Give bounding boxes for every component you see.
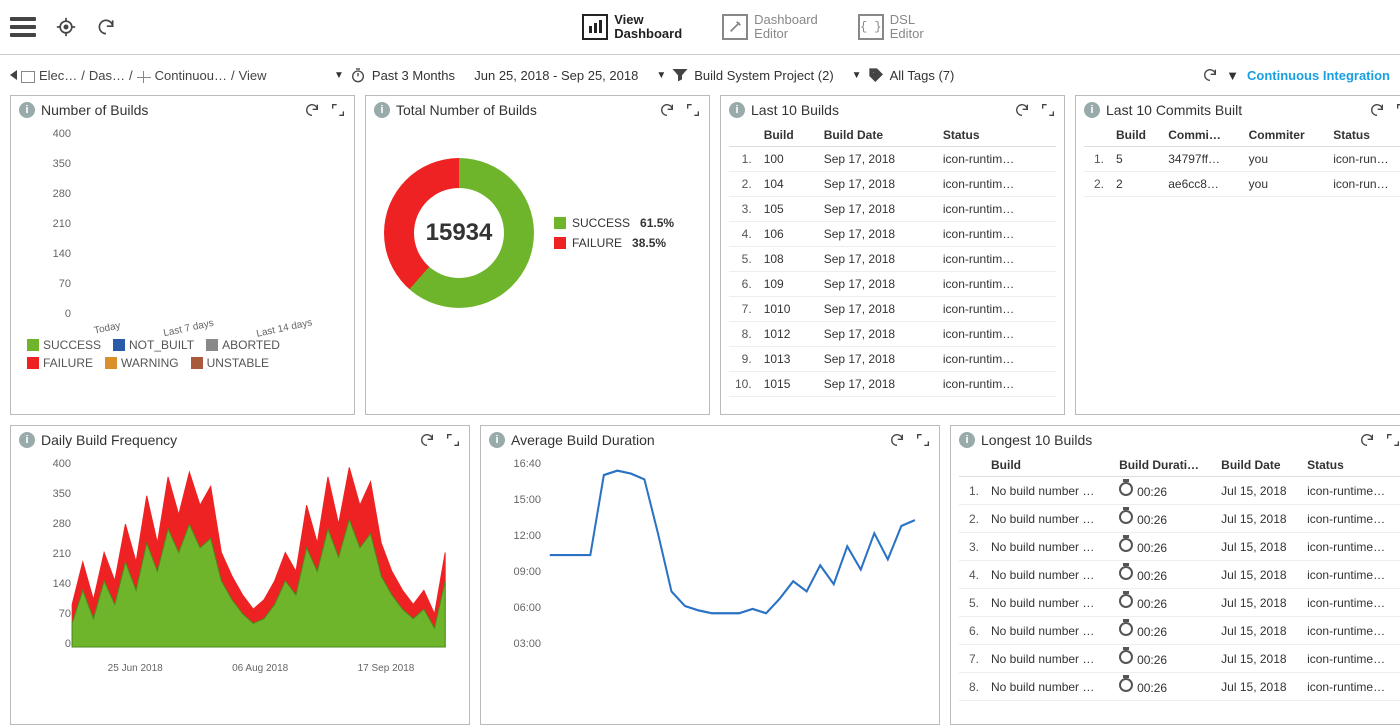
table-row[interactable]: 4.106Sep 17, 2018icon-runtim… <box>729 222 1056 247</box>
tag-icon <box>868 67 884 83</box>
card-total-builds: i Total Number of Builds 15934 SUCCESS 6… <box>365 95 710 415</box>
menu-icon[interactable] <box>10 17 36 37</box>
target-icon[interactable] <box>56 17 76 37</box>
refresh-icon[interactable] <box>96 17 116 37</box>
briefcase-icon <box>21 71 35 83</box>
commits-table: BuildCommi…CommiterStatus1.534797ff…youi… <box>1084 124 1400 197</box>
refresh-icon[interactable] <box>1369 102 1385 118</box>
info-icon[interactable]: i <box>959 432 975 448</box>
table-row[interactable]: 8.No build number …00:26Jul 15, 2018icon… <box>959 673 1400 701</box>
card-title: Last 10 Builds <box>751 102 839 118</box>
table-row[interactable]: 2.No build number …00:26Jul 15, 2018icon… <box>959 505 1400 533</box>
back-icon[interactable] <box>10 70 17 80</box>
card-last-10-builds: i Last 10 Builds BuildBuild DateStatus1.… <box>720 95 1065 415</box>
expand-icon[interactable] <box>330 102 346 118</box>
tab-dsl-editor[interactable]: { } DSLEditor <box>858 13 924 41</box>
info-icon[interactable]: i <box>19 102 35 118</box>
expand-icon[interactable] <box>1395 102 1400 118</box>
project-filter[interactable]: ▼ Build System Project (2) <box>656 67 833 83</box>
table-row[interactable]: 6.No build number …00:26Jul 15, 2018icon… <box>959 617 1400 645</box>
tags-filter[interactable]: ▼ All Tags (7) <box>852 67 955 83</box>
card-title: Total Number of Builds <box>396 102 537 118</box>
table-row[interactable]: 1.534797ff…youicon-run… <box>1084 147 1400 172</box>
expand-icon[interactable] <box>445 432 461 448</box>
table-row[interactable]: 9.1013Sep 17, 2018icon-runtim… <box>729 347 1056 372</box>
code-icon: { } <box>858 14 884 40</box>
table-row[interactable]: 2.104Sep 17, 2018icon-runtim… <box>729 172 1056 197</box>
table-row[interactable]: 7.No build number …00:26Jul 15, 2018icon… <box>959 645 1400 673</box>
edit-icon <box>722 14 748 40</box>
expand-icon[interactable] <box>685 102 701 118</box>
refresh-icon[interactable] <box>304 102 320 118</box>
tab-view-dashboard[interactable]: ViewDashboard <box>582 13 682 41</box>
breadcrumb[interactable]: Elec…/ Das…/ Continuou…/ View <box>10 68 330 83</box>
donut-chart: 15934 <box>384 158 534 308</box>
refresh-icon[interactable] <box>1014 102 1030 118</box>
expand-icon[interactable] <box>1385 432 1400 448</box>
table-row[interactable]: 4.No build number …00:26Jul 15, 2018icon… <box>959 561 1400 589</box>
table-row[interactable]: 5.No build number …00:26Jul 15, 2018icon… <box>959 589 1400 617</box>
refresh-icon[interactable] <box>889 432 905 448</box>
info-icon[interactable]: i <box>19 432 35 448</box>
date-range-filter[interactable]: ▼ Past 3 Months Jun 25, 2018 - Sep 25, 2… <box>334 67 638 83</box>
topbar-tabs: ViewDashboard DashboardEditor { } DSLEdi… <box>116 13 1390 41</box>
card-title: Last 10 Commits Built <box>1106 102 1242 118</box>
funnel-icon <box>672 67 688 83</box>
filter-bar: Elec…/ Das…/ Continuou…/ View ▼ Past 3 M… <box>0 55 1400 95</box>
refresh-icon[interactable] <box>659 102 675 118</box>
table-row[interactable]: 1.No build number …00:26Jul 15, 2018icon… <box>959 477 1400 505</box>
refresh-icon[interactable] <box>419 432 435 448</box>
area-chart: 40035028021014070025 Jun 201806 Aug 2018… <box>25 458 455 668</box>
card-title: Longest 10 Builds <box>981 432 1092 448</box>
table-row[interactable]: 7.1010Sep 17, 2018icon-runtim… <box>729 297 1056 322</box>
info-icon[interactable]: i <box>1084 102 1100 118</box>
stopwatch-icon <box>350 67 366 83</box>
bar-chart: 400350280210140700TodayLast 7 daysLast 1… <box>25 128 340 338</box>
refresh-icon[interactable] <box>1359 432 1375 448</box>
legend: SUCCESSNOT_BUILTABORTEDFAILUREWARNINGUNS… <box>19 338 346 376</box>
table-row[interactable]: 6.109Sep 17, 2018icon-runtim… <box>729 272 1056 297</box>
table-row[interactable]: 1.100Sep 17, 2018icon-runtim… <box>729 147 1056 172</box>
table-row[interactable]: 3.No build number …00:26Jul 15, 2018icon… <box>959 533 1400 561</box>
table-row[interactable]: 3.105Sep 17, 2018icon-runtim… <box>729 197 1056 222</box>
info-icon[interactable]: i <box>374 102 390 118</box>
longest-table: BuildBuild Durati…Build DateStatus1.No b… <box>959 454 1400 701</box>
topbar: ViewDashboard DashboardEditor { } DSLEdi… <box>0 0 1400 55</box>
card-number-of-builds: i Number of Builds 400350280210140700Tod… <box>10 95 355 415</box>
ci-link[interactable]: Continuous Integration <box>1247 68 1390 83</box>
donut-total: 15934 <box>384 158 534 308</box>
card-last-commits: i Last 10 Commits Built BuildCommi…Commi… <box>1075 95 1400 415</box>
info-icon[interactable]: i <box>729 102 745 118</box>
card-title: Number of Builds <box>41 102 148 118</box>
last-10-table: BuildBuild DateStatus1.100Sep 17, 2018ic… <box>729 124 1056 397</box>
expand-icon[interactable] <box>915 432 931 448</box>
refresh-icon[interactable] <box>1202 67 1218 83</box>
table-row[interactable]: 8.1012Sep 17, 2018icon-runtim… <box>729 322 1056 347</box>
card-avg-build-duration: i Average Build Duration 16:4015:0012:00… <box>480 425 940 725</box>
table-row[interactable]: 5.108Sep 17, 2018icon-runtim… <box>729 247 1056 272</box>
donut-legend: SUCCESS 61.5%FAILURE 38.5% <box>554 210 674 256</box>
card-title: Daily Build Frequency <box>41 432 177 448</box>
card-daily-build-frequency: i Daily Build Frequency 4003502802101407… <box>10 425 470 725</box>
card-title: Average Build Duration <box>511 432 655 448</box>
line-chart: 16:4015:0012:0009:0006:0003:00 <box>495 458 925 668</box>
info-icon[interactable]: i <box>489 432 505 448</box>
card-longest-builds: i Longest 10 Builds BuildBuild Durati…Bu… <box>950 425 1400 725</box>
table-row[interactable]: 10.1015Sep 17, 2018icon-runtim… <box>729 372 1056 397</box>
tab-dashboard-editor[interactable]: DashboardEditor <box>722 13 818 41</box>
bar-chart-icon <box>582 14 608 40</box>
expand-icon[interactable] <box>1040 102 1056 118</box>
table-row[interactable]: 2.2ae6cc8…youicon-run… <box>1084 172 1400 197</box>
dashboard-icon <box>137 71 151 83</box>
dropdown-icon[interactable]: ▼ <box>1226 68 1239 83</box>
